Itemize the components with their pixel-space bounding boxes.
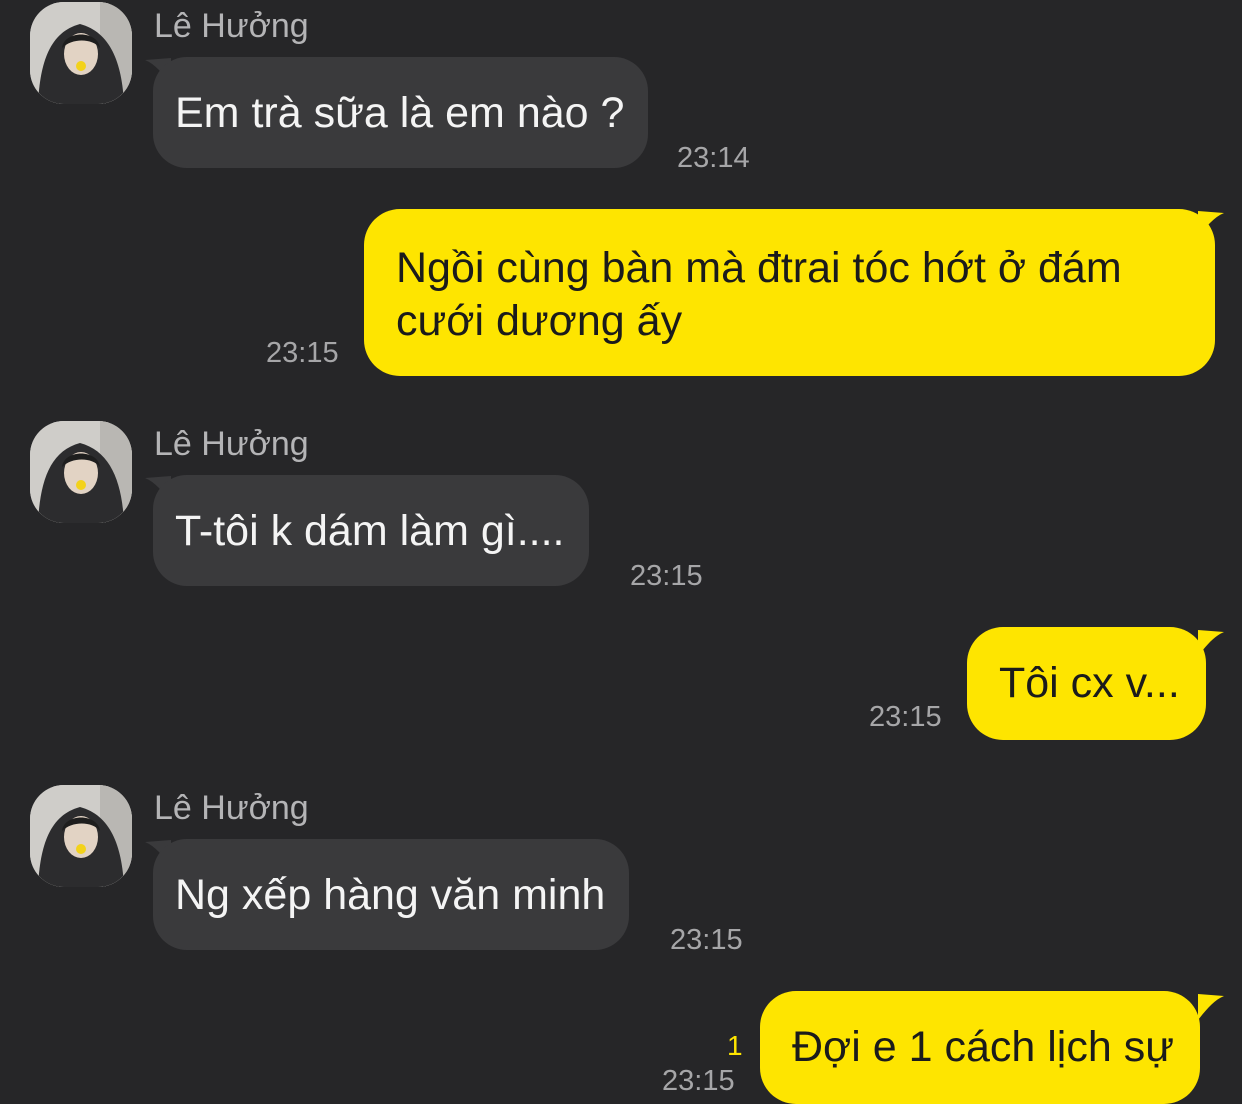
message-text: Ng xếp hàng văn minh (175, 871, 606, 919)
bubble-tail (1198, 994, 1224, 1020)
message-time: 23:15 (869, 701, 942, 733)
sender-avatar[interactable] (30, 785, 132, 887)
incoming-message-bubble[interactable]: T-tôi k dám làm gì.... (153, 475, 589, 586)
sender-name: Lê Hưởng (154, 425, 309, 463)
incoming-message-bubble[interactable]: Ng xếp hàng văn minh (153, 839, 630, 950)
outgoing-message-bubble[interactable]: Tôi cx v... (967, 627, 1206, 740)
sender-name: Lê Hưởng (154, 789, 309, 827)
sender-avatar[interactable] (30, 421, 132, 523)
message-text: Ngồi cùng bàn mà đtrai tóc hớt ở đám cướ… (396, 244, 1122, 345)
profile-photo-icon (30, 2, 132, 104)
outgoing-message-bubble[interactable]: Đợi e 1 cách lịch sự (760, 991, 1201, 1104)
message-text: Em trà sữa là em nào ? (175, 89, 625, 137)
unread-count-badge: 1 (727, 1030, 743, 1061)
message-time: 23:15 (266, 337, 339, 369)
message-time: 23:15 (662, 1065, 735, 1097)
outgoing-message-bubble[interactable]: Ngồi cùng bàn mà đtrai tóc hớt ở đám cướ… (364, 209, 1215, 376)
profile-photo-icon (30, 785, 132, 887)
message-text: T-tôi k dám làm gì.... (175, 507, 565, 555)
sender-name: Lê Hưởng (154, 7, 309, 45)
sender-avatar[interactable] (30, 2, 132, 104)
profile-photo-icon (30, 421, 132, 523)
message-time: 23:15 (670, 924, 743, 956)
message-text: Đợi e 1 cách lịch sự (792, 1023, 1175, 1071)
chat-screen[interactable]: Lê Hưởng Em trà sữa là em nào ? 23:14 23… (0, 0, 1242, 1104)
message-text: Tôi cx v... (999, 659, 1180, 707)
message-time: 23:14 (677, 142, 750, 174)
incoming-message-bubble[interactable]: Em trà sữa là em nào ? (153, 57, 649, 168)
message-time: 23:15 (630, 560, 703, 592)
